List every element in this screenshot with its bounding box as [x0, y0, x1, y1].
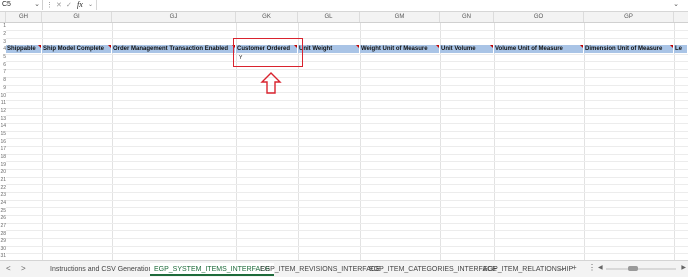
header-cell-dimension-uom[interactable]: Dimension Unit of Measure	[584, 45, 674, 53]
header-row: Shippable Ship Model Complete Order Mana…	[6, 45, 688, 53]
grid-line	[6, 61, 688, 62]
tab-prev-button[interactable]: <	[6, 264, 11, 273]
column-header[interactable]: GH	[6, 12, 42, 22]
grid-line	[6, 192, 688, 193]
grid-line	[6, 38, 688, 39]
grid-line	[440, 23, 441, 260]
grid-line	[6, 108, 688, 109]
header-cell-label: Unit Weight	[299, 46, 333, 52]
grid-line	[6, 154, 688, 155]
header-cell-label: Unit Volume	[441, 46, 476, 52]
arrow-up-icon	[260, 72, 282, 94]
grid-line	[6, 200, 688, 201]
scrollbar-thumb[interactable]	[628, 266, 638, 271]
confirm-icon[interactable]: ✓	[66, 1, 72, 9]
cell-grid[interactable]: Shippable Ship Model Complete Order Mana…	[6, 23, 688, 260]
grid-line	[6, 215, 688, 216]
grid-line	[6, 169, 688, 170]
grid-line	[6, 69, 688, 70]
grid-line	[6, 115, 688, 116]
header-cell-ship-model-complete[interactable]: Ship Model Complete	[42, 45, 112, 53]
horizontal-scrollbar[interactable]: ◀ ▶	[598, 265, 686, 273]
grid-line	[584, 23, 585, 260]
header-cell-weight-uom[interactable]: Weight Unit of Measure	[360, 45, 440, 53]
column-header[interactable]: GI	[42, 12, 112, 22]
header-cell-label: Volume Unit of Measure	[495, 46, 563, 52]
tab-next-button[interactable]: >	[21, 264, 26, 273]
expand-icon[interactable]: ⌄	[673, 0, 679, 8]
grid-line	[6, 161, 688, 162]
grid-line	[360, 23, 361, 260]
comment-indicator-icon	[490, 45, 493, 48]
grid-line	[6, 246, 688, 247]
more-options-icon[interactable]: ⋮	[46, 1, 53, 9]
comment-indicator-icon	[38, 45, 41, 48]
grid-line	[6, 253, 688, 254]
header-cell-partial[interactable]: Le	[674, 45, 688, 53]
add-sheet-button[interactable]: +	[572, 263, 577, 272]
column-header[interactable]: GP	[584, 12, 674, 22]
header-cell-label: Order Management Transaction Enabled	[113, 46, 229, 52]
grid-line	[6, 92, 688, 93]
highlight-box	[233, 38, 303, 67]
tab-instructions[interactable]: Instructions and CSV Generation	[46, 263, 156, 276]
header-cell-label: Shippable	[7, 46, 36, 52]
scroll-right-icon[interactable]: ▶	[681, 264, 686, 271]
header-cell-unit-weight[interactable]: Unit Weight	[298, 45, 360, 53]
comment-indicator-icon	[356, 45, 359, 48]
header-cell-order-management[interactable]: Order Management Transaction Enabled	[112, 45, 236, 53]
cancel-icon[interactable]: ✕	[56, 1, 62, 9]
more-tabs-button[interactable]: ...	[558, 263, 565, 272]
column-header[interactable]: GL	[298, 12, 360, 22]
column-header[interactable]: GK	[236, 12, 298, 22]
column-header[interactable]: GJ	[112, 12, 236, 22]
grid-line	[6, 177, 688, 178]
name-box-value: C5	[2, 1, 11, 8]
header-cell-label: Ship Model Complete	[43, 46, 105, 52]
grid-line	[42, 23, 43, 260]
insert-function-button[interactable]: fx	[77, 0, 83, 9]
scroll-left-icon[interactable]: ◀	[598, 264, 603, 271]
grid-line	[112, 23, 113, 260]
comment-indicator-icon	[670, 45, 673, 48]
comment-indicator-icon	[580, 45, 583, 48]
column-header[interactable]: GO	[494, 12, 584, 22]
grid-line	[6, 30, 688, 31]
column-header[interactable]: GN	[440, 12, 494, 22]
grid-line	[6, 223, 688, 224]
grid-line	[6, 85, 688, 86]
grid-line	[494, 23, 495, 260]
grid-line	[6, 131, 688, 132]
column-headers: GH GI GJ GK GL GM GN GO GP	[0, 12, 688, 23]
comment-indicator-icon	[108, 45, 111, 48]
sheet-tab-bar: < > Instructions and CSV Generation EGP_…	[0, 260, 688, 277]
grid-line	[6, 54, 688, 55]
grid-line	[6, 230, 688, 231]
header-cell-shippable[interactable]: Shippable	[6, 45, 42, 53]
grid-line	[6, 100, 688, 101]
scrollbar-track[interactable]	[606, 268, 676, 270]
column-header[interactable]: GM	[360, 12, 440, 22]
tab-options-icon[interactable]: ⋮	[588, 263, 596, 272]
grid-line	[6, 77, 688, 78]
grid-line	[6, 207, 688, 208]
header-cell-volume-uom[interactable]: Volume Unit of Measure	[494, 45, 584, 53]
name-box[interactable]: C5 ⌄	[0, 0, 43, 10]
chevron-down-icon[interactable]: ⌄	[88, 1, 93, 8]
header-cell-label: Dimension Unit of Measure	[585, 46, 663, 52]
grid-line	[674, 23, 675, 260]
chevron-down-icon[interactable]: ⌄	[34, 0, 40, 8]
header-cell-label: Le	[675, 46, 683, 52]
comment-indicator-icon	[436, 45, 439, 48]
formula-bar: C5 ⌄ ⋮ ✕ ✓ fx ⌄ ⌄	[0, 0, 688, 12]
grid-line	[6, 146, 688, 147]
header-cell-label: Weight Unit of Measure	[361, 46, 428, 52]
formula-input[interactable]: ⌄	[96, 0, 681, 10]
grid-line	[6, 184, 688, 185]
grid-line	[6, 238, 688, 239]
grid-line	[6, 138, 688, 139]
header-cell-unit-volume[interactable]: Unit Volume	[440, 45, 494, 53]
grid-line	[6, 123, 688, 124]
